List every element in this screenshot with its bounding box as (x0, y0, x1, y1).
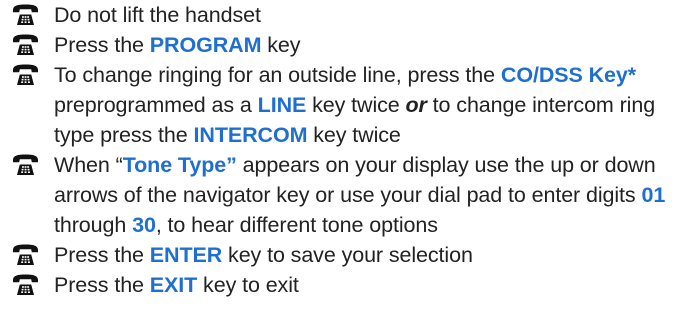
telephone-icon (12, 34, 39, 56)
telephone-icon (12, 274, 39, 296)
key-name-program: PROGRAM (149, 33, 262, 57)
step-text-segment: When “ (54, 153, 123, 177)
step-text: Press the ENTER key to save your selecti… (54, 243, 473, 267)
step-text-segment: key twice (306, 93, 406, 117)
key-name-enter: ENTER (149, 243, 223, 267)
step-text: Do not lift the handset (54, 3, 261, 27)
step-item: To change ringing for an outside line, p… (0, 60, 681, 150)
step-text-segment: preprogrammed as a (54, 93, 258, 117)
step-text-segment: Press the (54, 243, 150, 267)
key-name-co-dss: CO/DSS (500, 63, 583, 87)
step-text: Press the EXIT key to exit (54, 273, 299, 297)
key-name-exit: EXIT (149, 273, 198, 297)
step-text-segment: key twice (307, 123, 401, 147)
digit-01: 01 (641, 183, 666, 207)
step-text: When “Tone Type” appears on your display… (54, 153, 665, 237)
telephone-icon (12, 244, 39, 266)
step-text-segment: , to hear different tone options (155, 213, 438, 237)
display-text-tone-type: Tone Type” (122, 153, 237, 177)
telephone-icon (12, 64, 39, 86)
step-text-segment: key to exit (197, 273, 299, 297)
step-item: Do not lift the handset (0, 0, 681, 30)
step-text: To change ringing for an outside line, p… (54, 63, 655, 147)
step-text: Press the PROGRAM key (54, 33, 301, 57)
step-item: Press the EXIT key to exit (0, 270, 681, 300)
digit-30: 30 (132, 213, 156, 237)
key-name-intercom: INTERCOM (193, 123, 308, 147)
step-item: When “Tone Type” appears on your display… (0, 150, 681, 240)
step-text-segment: Press the (54, 273, 150, 297)
instruction-list: Do not lift the handset Press the PROGRA… (0, 0, 681, 300)
step-text-segment: through (54, 213, 133, 237)
telephone-icon (12, 154, 39, 176)
step-text-segment: To change ringing for an outside line, p… (54, 63, 501, 87)
key-name-key: Key* (588, 63, 637, 87)
step-text-segment: key (261, 33, 301, 57)
key-name-line: LINE (257, 93, 307, 117)
step-item: Press the PROGRAM key (0, 30, 681, 60)
emphasis-or: or (405, 93, 427, 117)
step-text-segment: Do not lift the handset (54, 3, 261, 27)
step-text-segment: Press the (54, 33, 150, 57)
telephone-icon (12, 4, 39, 26)
step-text-segment: key to save your selection (222, 243, 473, 267)
step-item: Press the ENTER key to save your selecti… (0, 240, 681, 270)
